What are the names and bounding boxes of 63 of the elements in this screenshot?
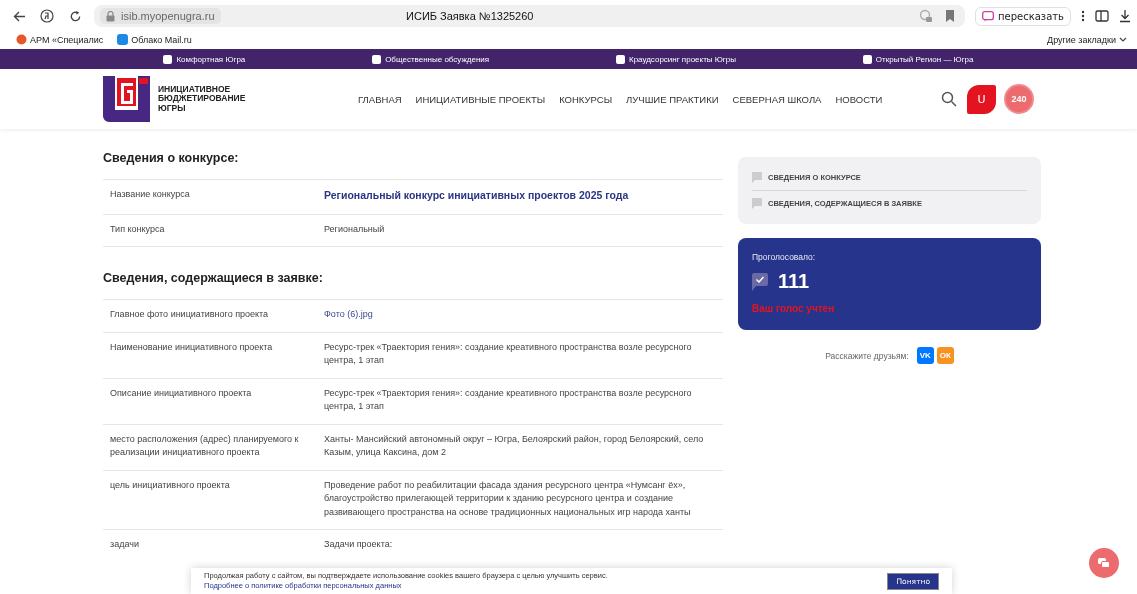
other-bookmarks[interactable]: Другие закладки bbox=[1047, 34, 1127, 45]
bookmark-item[interactable]: АРМ «Специалис bbox=[16, 34, 104, 45]
field-label: цель инициативного проекта bbox=[109, 478, 231, 492]
vote-message: Ваш голос учтен bbox=[752, 303, 836, 314]
nav-link[interactable]: НОВОСТИ bbox=[835, 93, 883, 105]
field-label: Наименование инициативного проекта bbox=[109, 340, 274, 354]
sidebar-icon[interactable] bbox=[1095, 9, 1109, 23]
section-title: Сведения о конкурсе: bbox=[103, 151, 240, 165]
nav-link[interactable]: КОНКУРСЫ bbox=[559, 93, 613, 105]
nav-link[interactable]: СЕВЕРНАЯ ШКОЛА bbox=[732, 93, 822, 105]
nav-link[interactable]: ИНИЦИАТИВНЫЕ ПРОЕКТЫ bbox=[415, 93, 546, 105]
download-icon[interactable] bbox=[1119, 9, 1131, 23]
square-icon bbox=[372, 54, 382, 64]
retell-button[interactable]: пересказать bbox=[974, 6, 1071, 26]
votes-count: 111 bbox=[778, 270, 810, 293]
file-link[interactable]: Фото (6).jpg bbox=[317, 308, 723, 322]
logo-text: ЮГРЫ bbox=[158, 103, 186, 113]
field-value: Ресурс-трек «Траектория гения»: создание креативного пространства возле ресурсного центра, 1 этап bbox=[323, 340, 693, 368]
field-label: Название конкурса bbox=[109, 188, 191, 201]
field-value: Региональный bbox=[323, 222, 386, 236]
nav-link[interactable]: ЛУЧШИЕ ПРАКТИКИ bbox=[626, 93, 719, 105]
bookmark-icon[interactable] bbox=[944, 10, 955, 22]
top-link[interactable]: Комфортная Югра bbox=[163, 54, 246, 64]
chevron-down-icon bbox=[1119, 37, 1127, 42]
chat-button[interactable] bbox=[1089, 548, 1119, 578]
share-label: Расскажите друзьям: bbox=[825, 350, 909, 361]
logo-text: ИНИЦИАТИВНОЕ bbox=[158, 85, 232, 95]
lock-icon bbox=[106, 10, 115, 22]
field-value: Ханты- Мансийский автономный округ – Югра, Белоярский район, город Белоярский, село Казым, улица Каксина, дом 2 bbox=[323, 432, 705, 460]
top-link[interactable]: Открытый Регион — Югра bbox=[862, 54, 974, 64]
votes-label: Проголосовало: bbox=[752, 252, 817, 262]
logo-text: БЮДЖЕТИРОВАНИЕ bbox=[158, 94, 246, 104]
chat-icon bbox=[1098, 557, 1110, 569]
field-value: Проведение работ по реабилитации фасада здания ресурсного центра «Нумсанг ёх», благоустройство прилегающей территории к зданию ресурсного центра и создание развивающего пространства на основе традиционных национальных игр народа ханты bbox=[323, 478, 692, 519]
field-label: задачи bbox=[109, 538, 140, 552]
field-label: Тип конкурса bbox=[109, 222, 166, 236]
field-label: Главное фото инициативного проекта bbox=[109, 308, 270, 322]
field-value: Задачи проекта: bbox=[323, 538, 394, 552]
top-link[interactable]: Общественные обсуждения bbox=[372, 54, 490, 64]
avatar-button[interactable]: U bbox=[967, 84, 996, 114]
search-icon[interactable] bbox=[941, 91, 957, 107]
address-bar[interactable]: isib.myopenugra.ru ИСИБ Заявка №1325260 bbox=[94, 5, 965, 27]
favicon-icon bbox=[117, 34, 129, 45]
chat-bubble-icon bbox=[981, 10, 994, 22]
top-link[interactable]: Краудсорсинг проекты Югры bbox=[615, 54, 736, 64]
contest-name: Региональный конкурс инициативных проектов 2025 года bbox=[323, 188, 630, 203]
section-title: Сведения, содержащиеся в заявке: bbox=[103, 271, 324, 286]
field-value: Ресурс-трек «Траектория гения»: создание креативного пространства возле ресурсного центра, 1 этап bbox=[323, 386, 693, 414]
speech-bubble-icon bbox=[752, 198, 762, 209]
square-icon bbox=[862, 54, 872, 64]
square-icon bbox=[163, 54, 173, 64]
browser-logo-icon[interactable] bbox=[38, 9, 56, 23]
social-button[interactable]: VK bbox=[916, 347, 934, 364]
bookmark-item[interactable]: Облако Mail.ru bbox=[117, 34, 192, 45]
nav-link[interactable]: ГЛАВНАЯ bbox=[358, 93, 402, 105]
more-icon[interactable] bbox=[1081, 10, 1085, 22]
badge: 240 bbox=[1006, 86, 1032, 112]
logo-icon bbox=[103, 76, 150, 122]
field-label: Описание инициативного проекта bbox=[109, 386, 253, 400]
speech-bubble-icon bbox=[752, 172, 762, 183]
field-label: место расположения (адрес) планируемого к реализации инициативного проекта bbox=[109, 432, 300, 460]
square-icon bbox=[615, 54, 625, 64]
favicon-icon bbox=[16, 34, 27, 45]
